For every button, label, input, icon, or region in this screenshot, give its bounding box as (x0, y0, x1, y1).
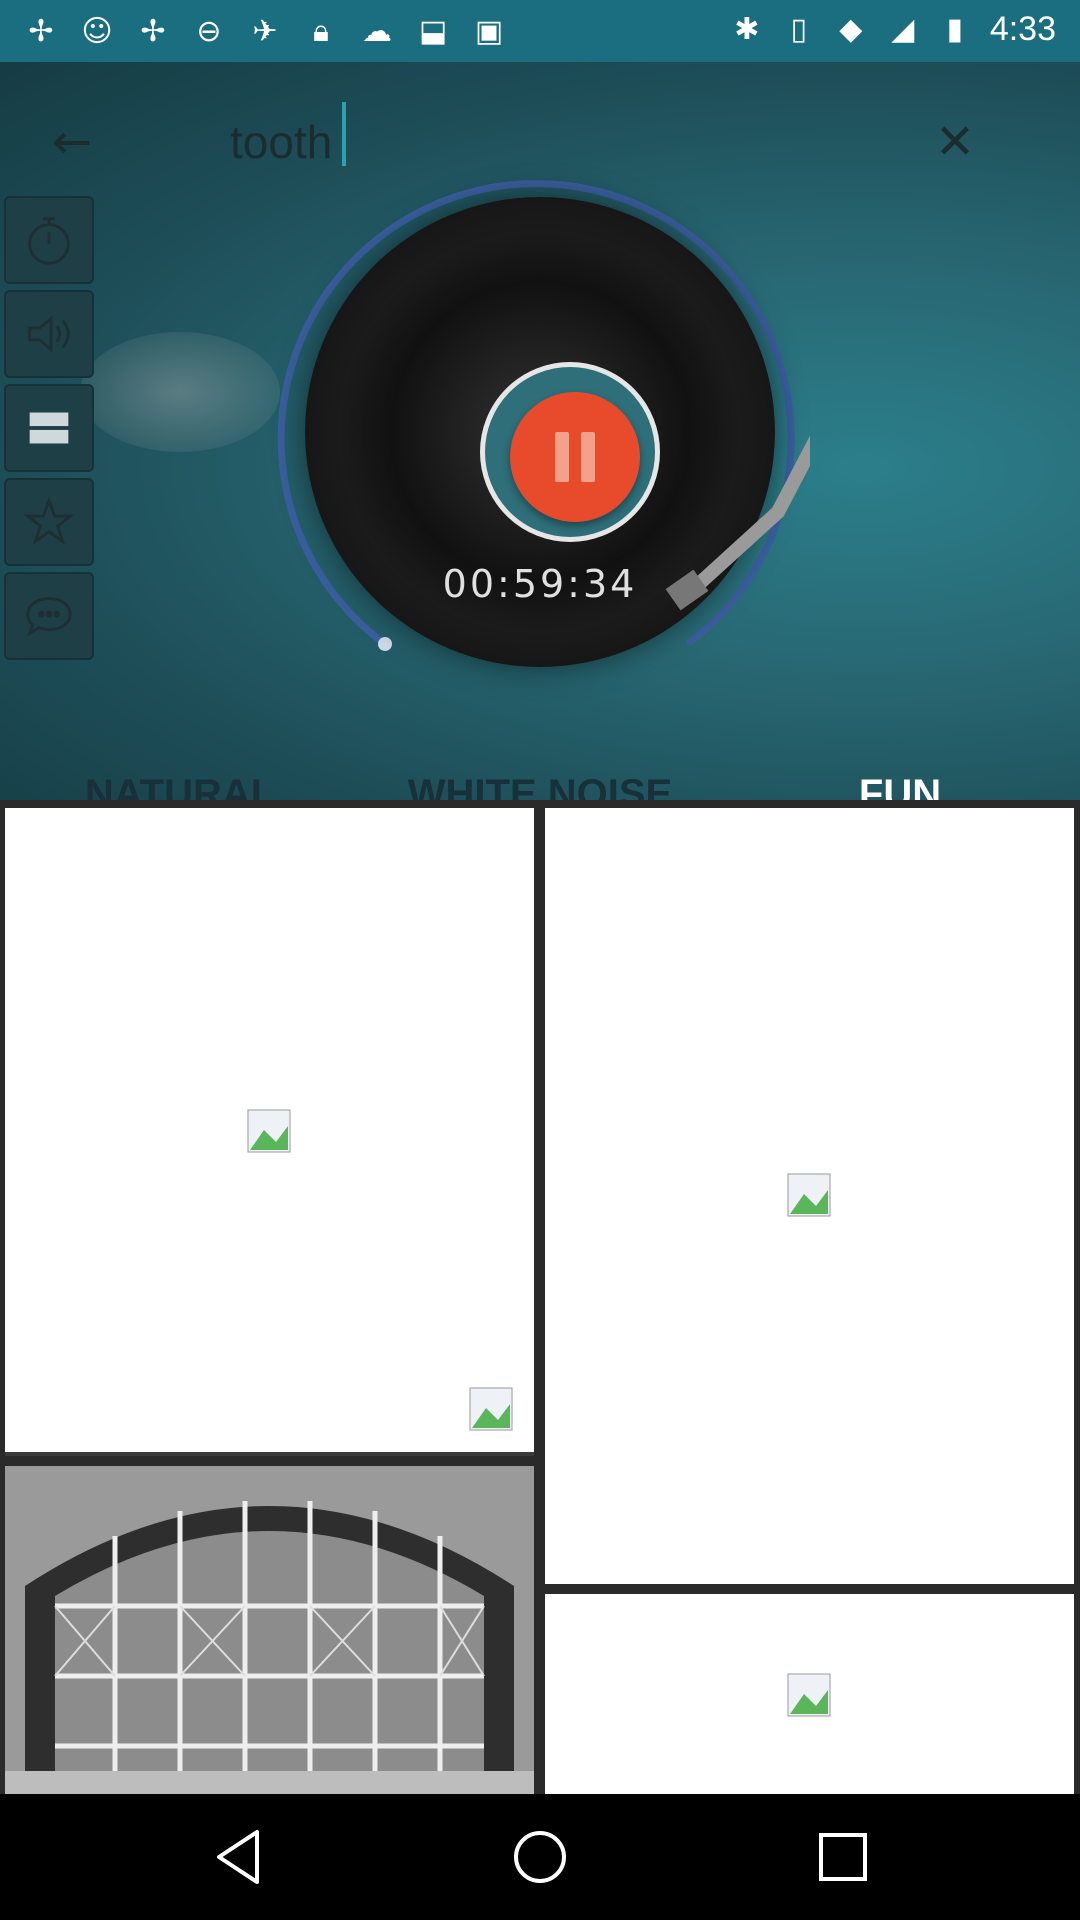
bluetooth-icon: ✱ (734, 12, 760, 47)
player-hero: ← ✕ (0, 62, 1080, 800)
recents-nav-icon[interactable] (808, 1822, 878, 1892)
tab-white-noise[interactable]: WHITE NOISE (360, 734, 720, 800)
tab-natural[interactable]: NATURAL (0, 734, 360, 800)
tonearm (665, 435, 810, 611)
layout-icon (29, 412, 69, 444)
star-icon (23, 496, 75, 546)
vinyl-player: 00:59:34 (270, 172, 810, 712)
fan-icon: ✢ (28, 13, 54, 49)
status-bar: ✢ ☺ ✢ ⊖ ✈ 🔒︎ ☁ ⬓ ▣ ✱ ▯ ◆ ◢ ▮ 4:33 (0, 0, 1080, 62)
wifi-icon: ◆ (839, 12, 863, 47)
side-toolbar (4, 196, 94, 660)
close-icon[interactable]: ✕ (925, 112, 985, 172)
search-input[interactable] (230, 102, 890, 182)
broken-image-icon (247, 1109, 291, 1153)
tab-fun[interactable]: FUN (720, 734, 1080, 800)
timer-icon (28, 217, 70, 265)
lock-icon: 🔒︎ (313, 13, 329, 49)
fan-icon: ✢ (140, 13, 166, 49)
text-caret (342, 102, 346, 166)
timer-button[interactable] (4, 196, 94, 284)
vibrate-icon: ▯ (790, 12, 808, 47)
broken-image-icon (787, 1673, 831, 1717)
back-nav-icon[interactable] (205, 1822, 275, 1892)
sound-grid (0, 800, 1080, 1794)
broken-image-icon (787, 1173, 831, 1217)
favorite-button[interactable] (4, 478, 94, 566)
chat-button[interactable] (4, 572, 94, 660)
layout-button[interactable] (4, 384, 94, 472)
briefcase-icon: ▣ (474, 13, 504, 49)
elapsed-time: 00:59:34 (442, 562, 638, 606)
headset-icon: ☺ (81, 13, 113, 49)
sound-card[interactable] (5, 808, 534, 1454)
arched-window-image (5, 1466, 534, 1794)
volume-icon (28, 315, 70, 353)
inbox-icon: ⬓ (418, 13, 448, 49)
arrow-back-icon[interactable]: ← (42, 112, 102, 172)
signal-icon: ◢ (891, 12, 915, 47)
satellite-icon: ✈ (252, 13, 278, 49)
cloud-icon: ☁ (362, 13, 392, 49)
chat-icon (26, 597, 72, 637)
home-nav-icon[interactable] (505, 1822, 575, 1892)
battery-icon: ▮ (946, 12, 964, 47)
do-not-disturb-icon: ⊖ (196, 13, 222, 49)
volume-button[interactable] (4, 290, 94, 378)
card-divider (5, 1452, 534, 1456)
broken-image-icon (469, 1387, 513, 1431)
status-time: 4:33 (989, 10, 1056, 48)
category-tabs: NATURAL WHITE NOISE FUN (0, 734, 1080, 800)
sound-card-window-image[interactable] (5, 1466, 534, 1794)
system-navigation-bar (0, 1794, 1080, 1920)
sound-card[interactable] (545, 808, 1074, 1584)
sound-card[interactable] (545, 1594, 1074, 1794)
